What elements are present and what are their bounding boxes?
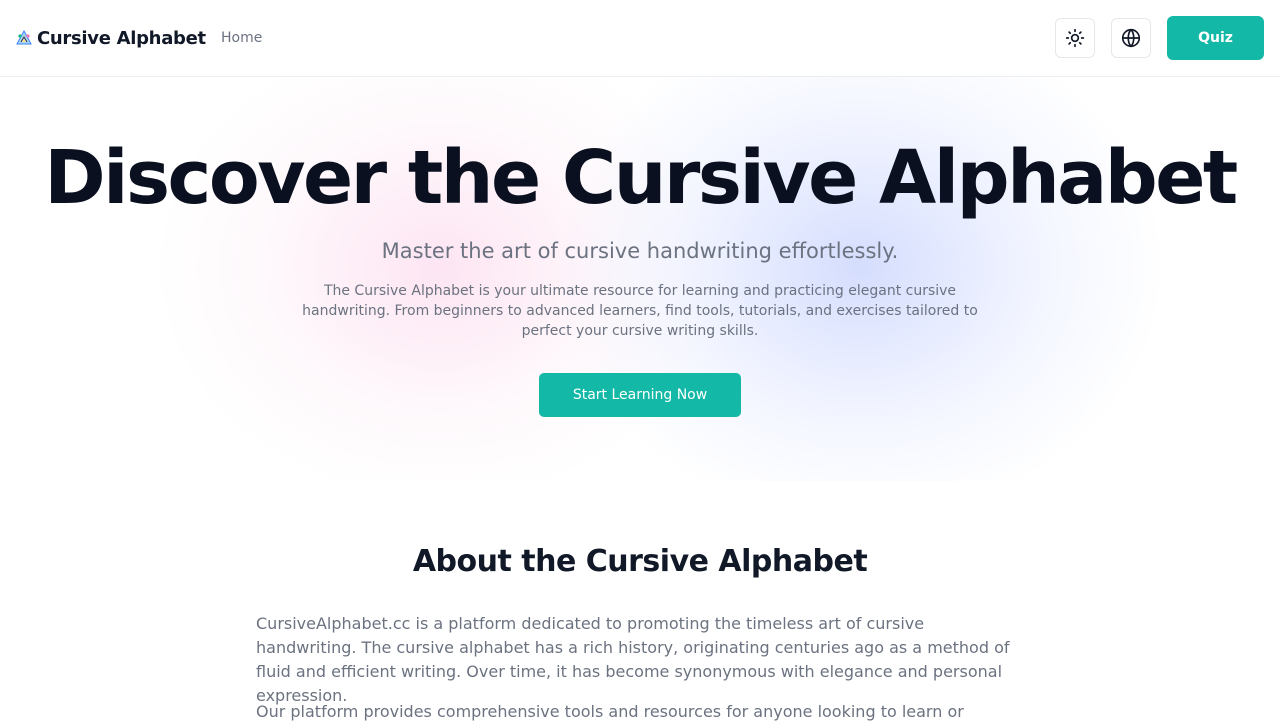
globe-icon	[1121, 28, 1141, 48]
about-title: About the Cursive Alphabet	[412, 544, 868, 579]
nav-link-home[interactable]: Home	[221, 28, 262, 48]
hero-subtitle: Master the art of cursive handwriting ef…	[381, 239, 899, 263]
quiz-button[interactable]: Quiz	[1167, 16, 1264, 60]
top-navbar: Cursive Alphabet Home Quiz	[0, 0, 1280, 77]
hero-description: The Cursive Alphabet is your ultimate re…	[302, 283, 978, 339]
theme-toggle-button[interactable]	[1055, 18, 1095, 58]
about-paragraph: Our platform provides comprehensive tool…	[256, 702, 964, 721]
hero-title: Discover the Cursive Alphabet	[44, 135, 1238, 221]
brand-name: Cursive Alphabet	[37, 27, 206, 49]
hero-section: Discover the Cursive Alphabet Master the…	[0, 77, 1280, 481]
brand-link[interactable]: Cursive Alphabet	[16, 26, 206, 50]
sun-icon	[1065, 28, 1085, 48]
start-learning-button[interactable]: Start Learning Now	[539, 373, 741, 417]
language-button[interactable]	[1111, 18, 1151, 58]
alphabet-logo-icon	[16, 30, 32, 45]
about-paragraph: CursiveAlphabet.cc is a platform dedicat…	[256, 614, 1010, 705]
